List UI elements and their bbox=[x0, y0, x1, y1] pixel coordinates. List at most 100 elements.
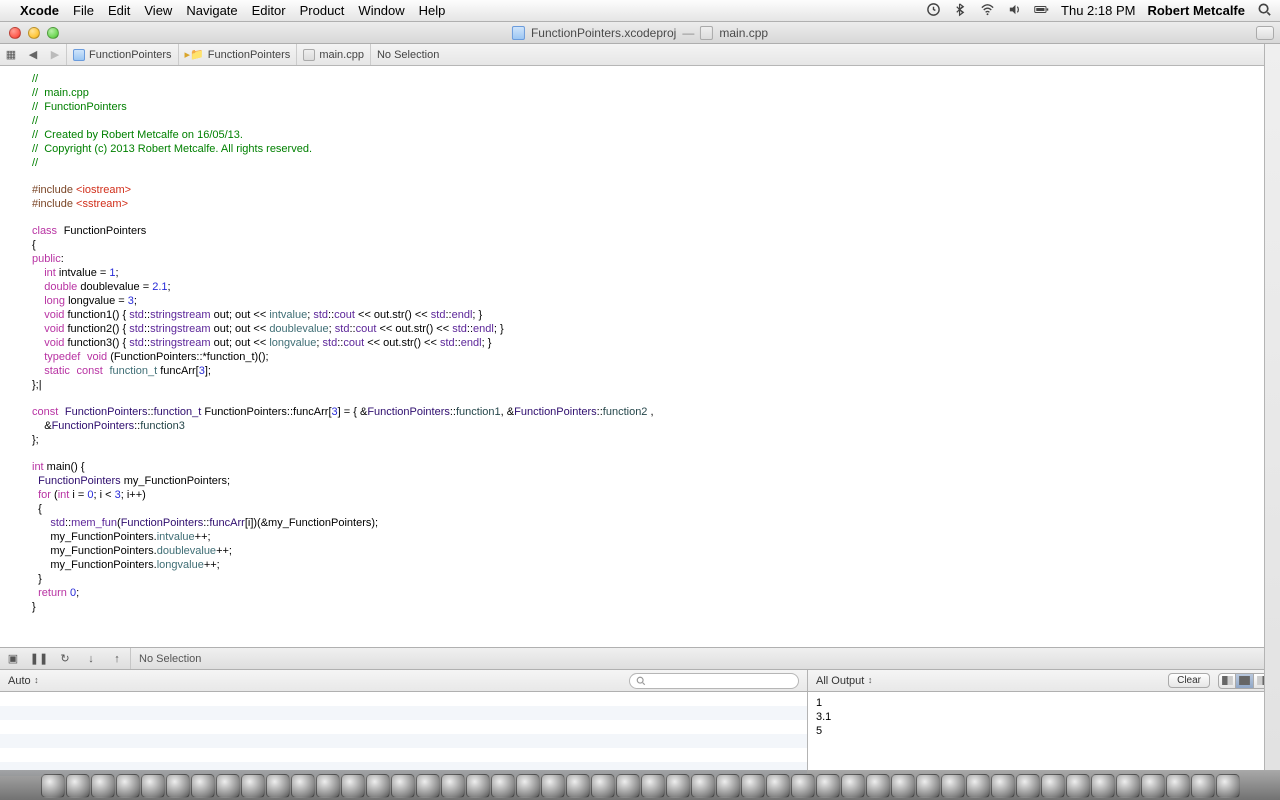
dock-item[interactable] bbox=[641, 774, 665, 798]
dock-item[interactable] bbox=[891, 774, 915, 798]
dock-item[interactable] bbox=[141, 774, 165, 798]
related-items-button[interactable]: ▦ bbox=[0, 48, 22, 61]
dock-item[interactable] bbox=[966, 774, 990, 798]
pause-button[interactable]: ❚❚ bbox=[26, 652, 52, 665]
console-filter-bar: Auto All Output Clear bbox=[0, 670, 1280, 692]
output-scope-popup[interactable]: All Output bbox=[816, 675, 871, 687]
variables-scope-popup[interactable]: Auto bbox=[8, 675, 38, 687]
menubar-user[interactable]: Robert Metcalfe bbox=[1147, 3, 1245, 18]
dock-item[interactable] bbox=[541, 774, 565, 798]
dock-item[interactable] bbox=[416, 774, 440, 798]
dock-item[interactable] bbox=[291, 774, 315, 798]
dock-item[interactable] bbox=[616, 774, 640, 798]
battery-icon[interactable] bbox=[1034, 2, 1049, 20]
dock-item[interactable] bbox=[716, 774, 740, 798]
menu-edit[interactable]: Edit bbox=[108, 3, 130, 18]
dock-item[interactable] bbox=[516, 774, 540, 798]
dock-item[interactable] bbox=[66, 774, 90, 798]
menu-window[interactable]: Window bbox=[358, 3, 404, 18]
dock-item[interactable] bbox=[941, 774, 965, 798]
dock-item[interactable] bbox=[491, 774, 515, 798]
dock-item[interactable] bbox=[116, 774, 140, 798]
variables-view[interactable] bbox=[0, 692, 808, 770]
dock-item[interactable] bbox=[866, 774, 890, 798]
jump-group[interactable]: ▸📁FunctionPointers bbox=[178, 44, 297, 65]
volume-icon[interactable] bbox=[1007, 2, 1022, 20]
macos-menubar: Xcode File Edit View Navigate Editor Pro… bbox=[0, 0, 1280, 22]
debug-area: 1 3.1 5 bbox=[0, 692, 1280, 770]
step-over-button[interactable]: ↻ bbox=[52, 652, 78, 665]
menu-editor[interactable]: Editor bbox=[252, 3, 286, 18]
dock-item[interactable] bbox=[1116, 774, 1140, 798]
dock-item[interactable] bbox=[266, 774, 290, 798]
jump-bar: ▦ ◀ ▶ FunctionPointers ▸📁FunctionPointer… bbox=[0, 44, 1280, 66]
dock-item[interactable] bbox=[241, 774, 265, 798]
dock-item[interactable] bbox=[1091, 774, 1115, 798]
dock-item[interactable] bbox=[591, 774, 615, 798]
fullscreen-button[interactable] bbox=[1256, 26, 1274, 40]
spotlight-icon[interactable] bbox=[1257, 2, 1272, 20]
utilities-collapsed[interactable] bbox=[1264, 44, 1280, 770]
back-button[interactable]: ◀ bbox=[22, 48, 44, 61]
dock-item[interactable] bbox=[41, 774, 65, 798]
dock-item[interactable] bbox=[1016, 774, 1040, 798]
dock-item[interactable] bbox=[316, 774, 340, 798]
zoom-button[interactable] bbox=[47, 27, 59, 39]
dock-item[interactable] bbox=[1041, 774, 1065, 798]
step-in-button[interactable]: ↓ bbox=[78, 653, 104, 665]
dock-item[interactable] bbox=[341, 774, 365, 798]
dock-item[interactable] bbox=[691, 774, 715, 798]
dock-item[interactable] bbox=[991, 774, 1015, 798]
menubar-clock[interactable]: Thu 2:18 PM bbox=[1061, 3, 1135, 18]
console-line: 1 bbox=[816, 697, 822, 709]
jump-project[interactable]: FunctionPointers bbox=[66, 44, 178, 65]
dock-item[interactable] bbox=[1216, 774, 1240, 798]
dock-item[interactable] bbox=[816, 774, 840, 798]
console-output[interactable]: 1 3.1 5 bbox=[808, 692, 1280, 770]
code-editor[interactable]: // // main.cpp // FunctionPointers // //… bbox=[0, 66, 1280, 648]
dock-item[interactable] bbox=[1191, 774, 1215, 798]
dock-item[interactable] bbox=[841, 774, 865, 798]
dock-item[interactable] bbox=[191, 774, 215, 798]
dock-item[interactable] bbox=[91, 774, 115, 798]
dock-item[interactable] bbox=[466, 774, 490, 798]
dock-item[interactable] bbox=[566, 774, 590, 798]
menu-file[interactable]: File bbox=[73, 3, 94, 18]
menu-view[interactable]: View bbox=[144, 3, 172, 18]
dock-item[interactable] bbox=[441, 774, 465, 798]
console-line: 3.1 bbox=[816, 711, 831, 723]
bluetooth-icon[interactable] bbox=[953, 2, 968, 20]
window-title: FunctionPointers.xcodeproj — main.cpp bbox=[512, 26, 768, 40]
jump-file[interactable]: main.cpp bbox=[296, 44, 370, 65]
step-out-button[interactable]: ↑ bbox=[104, 653, 130, 665]
variables-filter-field[interactable] bbox=[629, 673, 799, 689]
jump-symbol[interactable]: No Selection bbox=[370, 44, 445, 65]
close-button[interactable] bbox=[9, 27, 21, 39]
dock-item[interactable] bbox=[766, 774, 790, 798]
menu-help[interactable]: Help bbox=[419, 3, 446, 18]
menu-product[interactable]: Product bbox=[300, 3, 345, 18]
console-line: 5 bbox=[816, 725, 822, 737]
dock-item[interactable] bbox=[741, 774, 765, 798]
clear-console-button[interactable]: Clear bbox=[1168, 673, 1210, 688]
toggle-debug-button[interactable]: ▣ bbox=[0, 652, 26, 665]
dock-item[interactable] bbox=[166, 774, 190, 798]
app-menu[interactable]: Xcode bbox=[20, 3, 59, 18]
menu-navigate[interactable]: Navigate bbox=[186, 3, 237, 18]
dock-item[interactable] bbox=[366, 774, 390, 798]
dock-item[interactable] bbox=[916, 774, 940, 798]
dock-item[interactable] bbox=[391, 774, 415, 798]
show-variables-only-button[interactable] bbox=[1218, 673, 1236, 689]
show-both-button[interactable] bbox=[1236, 673, 1254, 689]
dock-item[interactable] bbox=[1166, 774, 1190, 798]
wifi-icon[interactable] bbox=[980, 2, 995, 20]
dock-item[interactable] bbox=[1066, 774, 1090, 798]
dock-item[interactable] bbox=[791, 774, 815, 798]
timemachine-icon[interactable] bbox=[926, 2, 941, 20]
minimize-button[interactable] bbox=[28, 27, 40, 39]
forward-button[interactable]: ▶ bbox=[44, 48, 66, 61]
dock-item[interactable] bbox=[1141, 774, 1165, 798]
dock-item[interactable] bbox=[216, 774, 240, 798]
dock[interactable]: document.write(Array.from({length:48}).m… bbox=[0, 770, 1280, 800]
dock-item[interactable] bbox=[666, 774, 690, 798]
